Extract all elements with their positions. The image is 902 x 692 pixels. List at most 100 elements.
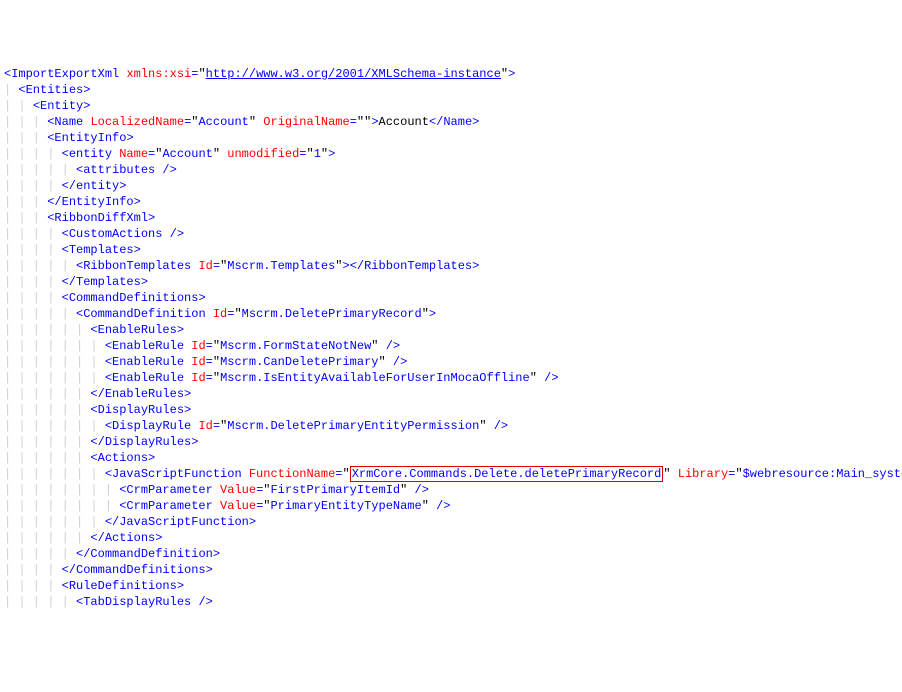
indent-guide: | | | | | | | — [4, 355, 105, 369]
code-line: | | | | | | | </JavaScriptFunction> — [4, 514, 898, 530]
token: ImportExportXml — [11, 67, 119, 81]
token: < — [105, 339, 112, 353]
token: > — [191, 435, 198, 449]
token: Actions — [98, 451, 148, 465]
token: < — [62, 227, 69, 241]
token: < — [105, 371, 112, 385]
token: </ — [62, 563, 76, 577]
token: > — [134, 195, 141, 209]
code-line: | <Entities> — [4, 82, 898, 98]
indent-guide: | | | | | | | | — [4, 499, 119, 513]
code-line: | | | | | </CommandDefinition> — [4, 546, 898, 562]
token: EntityInfo — [54, 131, 126, 145]
token: Id — [191, 339, 205, 353]
code-line: | | | | | <RibbonTemplates Id="Mscrm.Tem… — [4, 258, 898, 274]
token: > — [83, 99, 90, 113]
code-line: | | | | <CustomActions /> — [4, 226, 898, 242]
token: > — [429, 307, 436, 321]
token: < — [62, 291, 69, 305]
token: Account — [162, 147, 212, 161]
indent-guide: | | | | | | — [4, 403, 90, 417]
token: CommandDefinitions — [76, 563, 206, 577]
token — [213, 499, 220, 513]
token: > — [206, 563, 213, 577]
code-line: | | | | | | | | <CrmParameter Value="Pri… — [4, 498, 898, 514]
token: Mscrm.Templates — [227, 259, 335, 273]
indent-guide: | | | | | | | — [4, 419, 105, 433]
token: DisplayRules — [98, 403, 184, 417]
token: /> — [379, 339, 401, 353]
token: </ — [90, 435, 104, 449]
token: /> — [487, 419, 509, 433]
token: < — [33, 99, 40, 113]
token: </ — [90, 531, 104, 545]
token: > — [198, 291, 205, 305]
token: Actions — [105, 531, 155, 545]
token: Id — [213, 307, 227, 321]
token: /> — [407, 483, 429, 497]
token: RibbonDiffXml — [54, 211, 148, 225]
token: /> — [537, 371, 559, 385]
token: = — [299, 147, 306, 161]
token: " — [198, 67, 205, 81]
token: " — [379, 355, 386, 369]
token: Templates — [69, 243, 134, 257]
code-line: | | | <EntityInfo> — [4, 130, 898, 146]
code-line: | | | | | | </Actions> — [4, 530, 898, 546]
token: </ — [105, 515, 119, 529]
token: < — [90, 323, 97, 337]
token: > — [83, 83, 90, 97]
token: > — [177, 323, 184, 337]
indent-guide: | | | | | — [4, 595, 76, 609]
token: Name — [119, 147, 148, 161]
token: " — [342, 467, 349, 481]
code-line: | | | | </CommandDefinitions> — [4, 562, 898, 578]
token: DisplayRules — [105, 435, 191, 449]
code-line: | | | | <Templates> — [4, 242, 898, 258]
indent-guide: | | | — [4, 211, 47, 225]
token: attributes — [83, 163, 155, 177]
code-line: | | | | | | | <EnableRule Id="Mscrm.CanD… — [4, 354, 898, 370]
indent-guide: | | | — [4, 131, 47, 145]
code-line: | | | | | <TabDisplayRules /> — [4, 594, 898, 610]
token: " — [213, 371, 220, 385]
token: Id — [191, 355, 205, 369]
token: CommandDefinitions — [69, 291, 199, 305]
token: </ — [62, 275, 76, 289]
token: " — [422, 499, 429, 513]
indent-guide: | | | | — [4, 579, 62, 593]
token: " — [335, 259, 342, 273]
token: " — [530, 371, 537, 385]
indent-guide: | — [4, 83, 18, 97]
token: Name — [443, 115, 472, 129]
indent-guide: | | | | | | | | — [4, 483, 119, 497]
token: < — [76, 595, 83, 609]
token: </ — [62, 179, 76, 193]
code-line: | | | | </entity> — [4, 178, 898, 194]
token: Mscrm.CanDeletePrimary — [220, 355, 378, 369]
indent-guide: | | | | — [4, 147, 62, 161]
indent-guide: | | | | | | — [4, 451, 90, 465]
token: > — [213, 547, 220, 561]
token: < — [62, 147, 69, 161]
token: Mscrm.DeletePrimaryRecord — [242, 307, 422, 321]
token: RuleDefinitions — [69, 579, 177, 593]
code-line: | | | | | | <DisplayRules> — [4, 402, 898, 418]
token: < — [62, 579, 69, 593]
token: " — [213, 339, 220, 353]
token: = — [206, 371, 213, 385]
token: CrmParameter — [126, 483, 212, 497]
token: < — [105, 467, 112, 481]
indent-guide: | | | | — [4, 227, 62, 241]
token: > — [328, 147, 335, 161]
token: = — [350, 115, 357, 129]
token: entity — [69, 147, 112, 161]
token: EnableRule — [112, 371, 184, 385]
token: > — [371, 115, 378, 129]
token: " — [371, 339, 378, 353]
token: TabDisplayRules — [83, 595, 191, 609]
indent-guide: | | | | | — [4, 307, 76, 321]
token: > — [119, 179, 126, 193]
token: > — [134, 243, 141, 257]
token: < — [18, 83, 25, 97]
